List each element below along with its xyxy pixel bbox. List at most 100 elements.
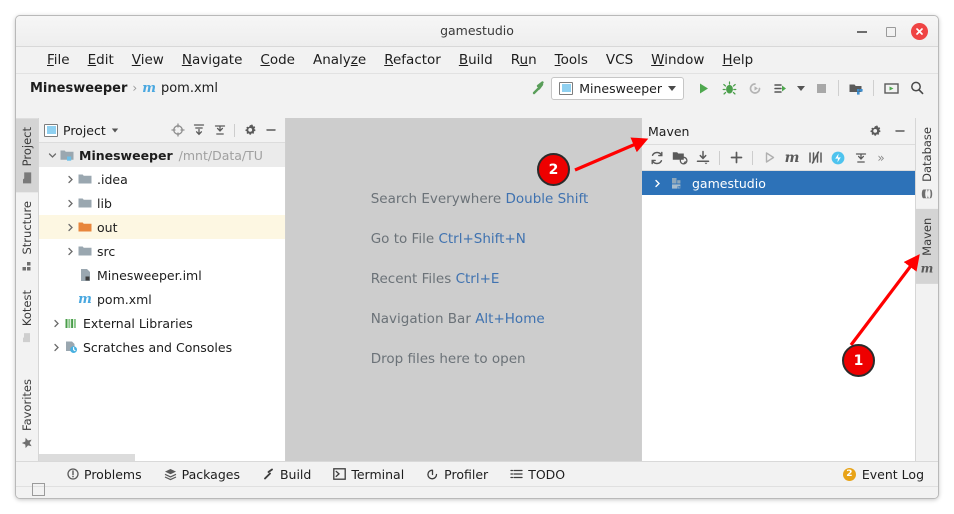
breadcrumb: Minesweeper › m pom.xml	[30, 81, 218, 96]
menu-file[interactable]: FFileile	[38, 50, 79, 70]
maven-run-goal-button[interactable]: m	[781, 147, 803, 168]
run-button[interactable]	[690, 76, 716, 100]
tree-label: out	[97, 219, 118, 235]
menu-build[interactable]: Build	[450, 50, 502, 70]
maven-download-sources-button[interactable]	[692, 147, 714, 168]
chevron-right-icon[interactable]	[49, 343, 63, 352]
application-config-icon	[559, 81, 574, 95]
hide-panel-icon[interactable]	[890, 122, 909, 141]
tree-row-src[interactable]: src	[39, 239, 285, 263]
menu-edit[interactable]: Edit	[79, 50, 123, 70]
menu-tools[interactable]: Tools	[546, 50, 597, 70]
status-item-todo[interactable]: TODO	[499, 467, 576, 482]
project-panel-title-group[interactable]: Project	[44, 123, 119, 138]
hide-panel-icon[interactable]	[261, 121, 280, 140]
gear-icon[interactable]	[865, 122, 884, 141]
tree-row-pom[interactable]: m pom.xml	[39, 287, 285, 311]
chevron-down-icon[interactable]	[45, 151, 59, 160]
maven-add-button[interactable]	[725, 147, 747, 168]
profile-dropdown-icon[interactable]	[794, 76, 808, 100]
tree-row-iml[interactable]: Minesweeper.iml	[39, 263, 285, 287]
maven-more-button[interactable]: »	[873, 147, 889, 168]
maven-m-icon: m	[142, 80, 156, 96]
maven-tool-window-tab[interactable]: m Maven	[916, 208, 938, 284]
run-with-coverage-button[interactable]	[742, 76, 768, 100]
menu-window[interactable]: Window	[642, 50, 713, 70]
chevron-right-icon[interactable]	[63, 247, 77, 256]
maven-panel-header: Maven	[642, 118, 915, 145]
chevron-right-icon[interactable]	[63, 199, 77, 208]
tree-row-scratches[interactable]: Scratches and Consoles	[39, 335, 285, 359]
menu-help[interactable]: Help	[713, 50, 762, 70]
chevron-right-icon[interactable]	[650, 179, 664, 188]
maven-add-project-button[interactable]	[669, 147, 691, 168]
menu-navigate[interactable]: Navigate	[173, 50, 252, 70]
tree-row-minesweeper[interactable]: Minesweeper /mnt/Data/TU	[39, 143, 285, 167]
toolbar-divider	[838, 80, 839, 96]
collapse-all-icon[interactable]	[210, 121, 229, 140]
scroll-from-source-icon[interactable]	[168, 121, 187, 140]
menu-view[interactable]: View	[123, 50, 173, 70]
gear-icon[interactable]	[240, 121, 259, 140]
maven-projects-tree[interactable]: m gamestudio	[642, 171, 915, 462]
menu-analyze[interactable]: Analyze	[304, 50, 375, 70]
menu-code[interactable]: Code	[251, 50, 304, 70]
tree-row-idea[interactable]: .idea	[39, 167, 285, 191]
sidebar-item-favorites[interactable]: Favorites	[16, 370, 38, 458]
status-item-label: Packages	[181, 466, 240, 482]
breadcrumb-file[interactable]: pom.xml	[161, 81, 218, 96]
maven-project-icon: m	[670, 175, 686, 191]
sidebar-item-structure[interactable]: Structure	[16, 192, 38, 281]
maven-reload-button[interactable]	[646, 147, 668, 168]
menu-run[interactable]: Run	[502, 50, 546, 70]
tree-row-out[interactable]: out	[39, 215, 285, 239]
menu-vcs[interactable]: VCS	[597, 50, 642, 70]
project-tool-window: Project Minesweeper /mnt/Data/TU .idea l…	[39, 118, 286, 462]
maven-skip-tests-button[interactable]	[804, 147, 826, 168]
maven-collapse-all-button[interactable]	[850, 147, 872, 168]
search-icon[interactable]	[904, 76, 930, 100]
maven-panel-title: Maven	[648, 123, 690, 139]
sidebar-item-database[interactable]: Database	[916, 118, 938, 209]
breadcrumb-project[interactable]: Minesweeper	[30, 81, 127, 96]
tree-row-external-libraries[interactable]: External Libraries	[39, 311, 285, 335]
chevron-right-icon[interactable]	[63, 223, 77, 232]
status-item-profiler[interactable]: Profiler	[415, 467, 499, 482]
event-log-button[interactable]: 2 Event Log	[842, 462, 924, 486]
updates-icon[interactable]	[878, 76, 904, 100]
settings-icon[interactable]	[843, 76, 869, 100]
menu-refactor[interactable]: Refactor	[375, 50, 450, 70]
sidebar-item-label: Database	[920, 127, 934, 182]
maven-row-gamestudio[interactable]: m gamestudio	[642, 171, 915, 195]
sidebar-item-kotest[interactable]: Kotest	[16, 281, 38, 352]
chevron-down-icon[interactable]	[111, 128, 118, 132]
expand-all-icon[interactable]	[189, 121, 208, 140]
status-item-build[interactable]: Build	[251, 467, 322, 482]
maven-offline-mode-button[interactable]	[827, 147, 849, 168]
chevron-right-icon[interactable]	[49, 319, 63, 328]
status-bar: Problems Packages Build Terminal Profile…	[16, 461, 938, 498]
run-configuration-selector[interactable]: Minesweeper	[551, 76, 684, 100]
memory-indicator-icon[interactable]	[32, 483, 45, 496]
sidebar-item-project[interactable]: Project	[16, 118, 38, 193]
debug-button[interactable]	[716, 76, 742, 100]
sidebar-item-label: Project	[20, 127, 34, 167]
stop-button[interactable]	[808, 76, 834, 100]
chevron-right-icon[interactable]	[63, 175, 77, 184]
close-icon[interactable]	[911, 22, 928, 40]
status-item-terminal[interactable]: Terminal	[322, 467, 415, 482]
maven-header-buttons	[865, 122, 909, 141]
project-tree[interactable]: Minesweeper /mnt/Data/TU .idea lib out s…	[39, 143, 285, 453]
annotation-marker-1: 1	[842, 344, 875, 377]
maximize-icon[interactable]	[883, 24, 897, 38]
maven-toolbar-divider	[719, 150, 720, 165]
tree-row-lib[interactable]: lib	[39, 191, 285, 215]
maven-execute-goal-button[interactable]	[758, 147, 780, 168]
profile-button[interactable]	[768, 76, 794, 100]
build-hammer-icon[interactable]	[525, 76, 551, 100]
minimize-icon[interactable]	[855, 24, 869, 38]
left-tool-window-bar: Project Structure Kotest Favorites	[16, 118, 39, 462]
status-item-packages[interactable]: Packages	[153, 467, 251, 482]
main-toolbar: Minesweeper	[525, 74, 930, 102]
status-item-problems[interactable]: Problems	[56, 467, 153, 482]
